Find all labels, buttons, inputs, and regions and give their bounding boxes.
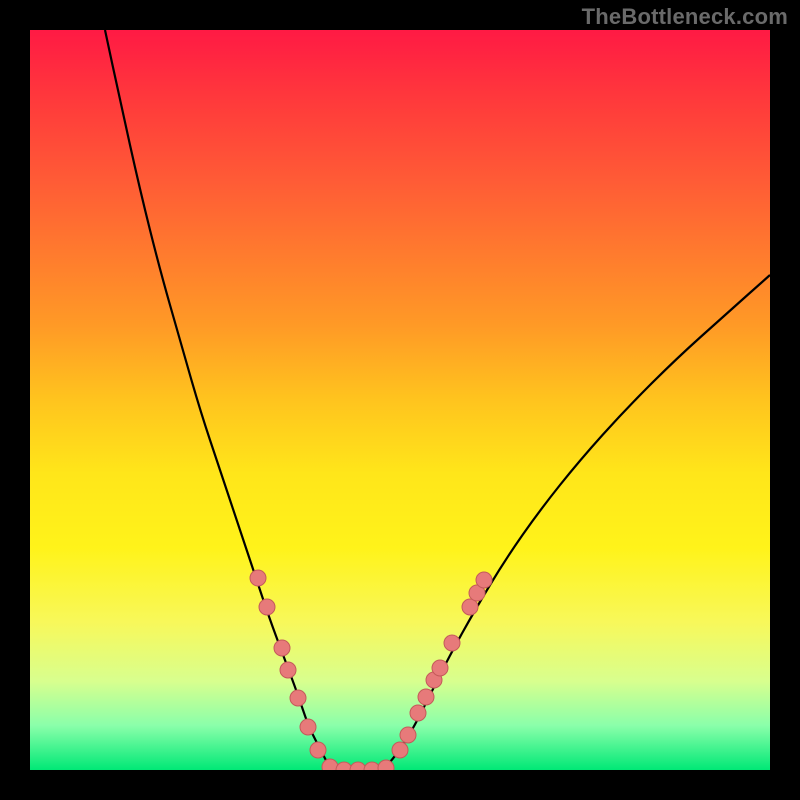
data-marker bbox=[392, 742, 408, 758]
chart-svg bbox=[30, 30, 770, 770]
data-marker bbox=[462, 599, 478, 615]
data-marker bbox=[280, 662, 296, 678]
data-marker bbox=[274, 640, 290, 656]
curve-left bbox=[105, 30, 330, 768]
data-marker bbox=[400, 727, 416, 743]
data-marker bbox=[432, 660, 448, 676]
data-marker bbox=[476, 572, 492, 588]
data-marker bbox=[444, 635, 460, 651]
data-marker bbox=[300, 719, 316, 735]
outer-frame: TheBottleneck.com bbox=[0, 0, 800, 800]
data-marker bbox=[322, 759, 338, 770]
data-marker bbox=[418, 689, 434, 705]
data-marker bbox=[310, 742, 326, 758]
data-marker bbox=[250, 570, 266, 586]
data-markers bbox=[250, 570, 492, 770]
curve-right bbox=[385, 275, 770, 768]
data-marker bbox=[259, 599, 275, 615]
data-marker bbox=[410, 705, 426, 721]
data-marker bbox=[290, 690, 306, 706]
plot-area bbox=[30, 30, 770, 770]
watermark-label: TheBottleneck.com bbox=[582, 4, 788, 30]
